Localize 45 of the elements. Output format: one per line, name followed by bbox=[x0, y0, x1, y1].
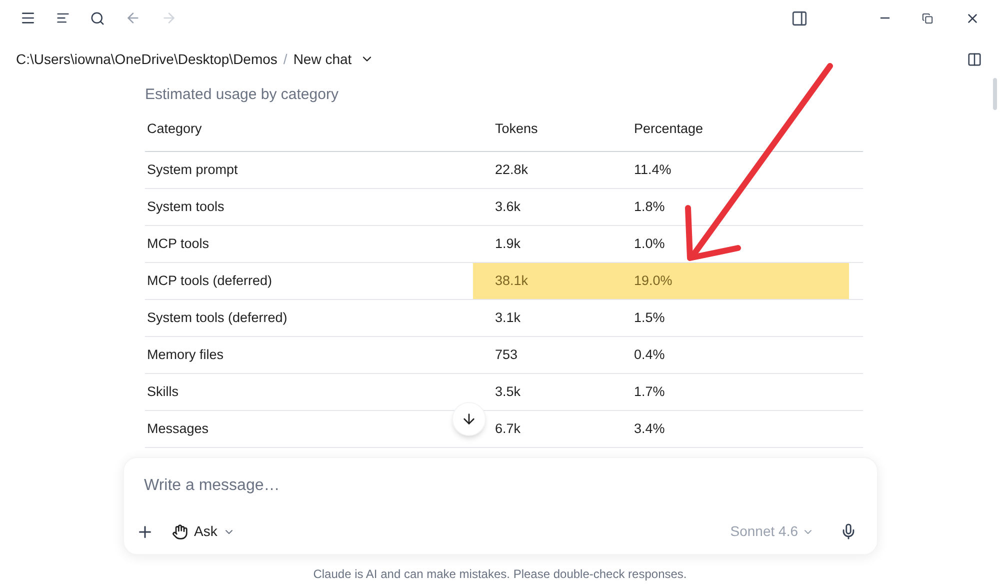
table-cell-text: 3.4% bbox=[633, 420, 666, 438]
column-header: Percentage bbox=[633, 120, 704, 138]
table-cell-text: 0.4% bbox=[633, 346, 666, 364]
table-cell-text: System prompt bbox=[146, 160, 238, 179]
table-cell-text: System tools (deferred) bbox=[146, 308, 288, 327]
table-cell-text: 3.6k bbox=[494, 198, 522, 216]
table-cell-text: 11.4% bbox=[633, 160, 672, 179]
table-cell-text: 1.5% bbox=[633, 308, 666, 327]
message-composer[interactable]: Write a message… Ask Sonnet 4.6 bbox=[123, 457, 878, 555]
table-cell-text: 3.5k bbox=[494, 382, 522, 401]
table-cell-text: 753 bbox=[494, 346, 519, 364]
table-cell-text: MCP tools (deferred) bbox=[146, 272, 272, 290]
folder-path: C:\Users\iowna\OneDrive\Desktop\Demos bbox=[16, 50, 278, 69]
panel-icon[interactable] bbox=[791, 10, 808, 26]
arrow-down-icon bbox=[461, 411, 477, 427]
table-cell-text: 1.0% bbox=[633, 234, 666, 253]
sidebar-toggle-icon[interactable] bbox=[967, 52, 982, 66]
scroll-down-button[interactable] bbox=[452, 402, 486, 436]
scrollbar-thumb[interactable] bbox=[993, 78, 997, 110]
table-cell: 19.0% bbox=[632, 263, 849, 299]
search-icon[interactable] bbox=[90, 10, 105, 26]
list-icon[interactable] bbox=[56, 11, 70, 25]
column-header: Tokens bbox=[494, 120, 539, 138]
table-cell-text: Messages bbox=[146, 420, 209, 438]
breadcrumb-separator: / bbox=[283, 50, 288, 68]
restore-icon[interactable] bbox=[922, 12, 933, 24]
table-cell-text: 22.8k bbox=[494, 160, 530, 179]
disclaimer-text: Claude is AI and can make mistakes. Please double-check responses. bbox=[312, 566, 688, 583]
table-cell: 38.1k bbox=[473, 263, 632, 299]
table-cell-text: Memory files bbox=[146, 346, 224, 364]
table-cell-text: MCP tools bbox=[146, 234, 210, 253]
table-cell-text: 1.9k bbox=[494, 234, 522, 253]
section-heading: Estimated usage by category bbox=[145, 84, 340, 105]
table-cell-text: 3.1k bbox=[494, 308, 522, 327]
microphone-icon[interactable] bbox=[840, 523, 857, 540]
table-cell-text: Skills bbox=[146, 382, 179, 401]
table-cell-text: System tools bbox=[146, 198, 224, 216]
chat-title-dropdown[interactable]: New chat bbox=[293, 48, 374, 70]
mode-dropdown[interactable]: Ask bbox=[172, 521, 236, 542]
menu-icon[interactable] bbox=[20, 10, 36, 26]
hand-icon bbox=[172, 524, 188, 540]
table-cell-text: 1.7% bbox=[633, 382, 666, 401]
column-header: Category bbox=[146, 120, 203, 138]
table-cell-text: 6.7k bbox=[494, 420, 522, 438]
table-cell-text: 1.8% bbox=[633, 198, 666, 216]
